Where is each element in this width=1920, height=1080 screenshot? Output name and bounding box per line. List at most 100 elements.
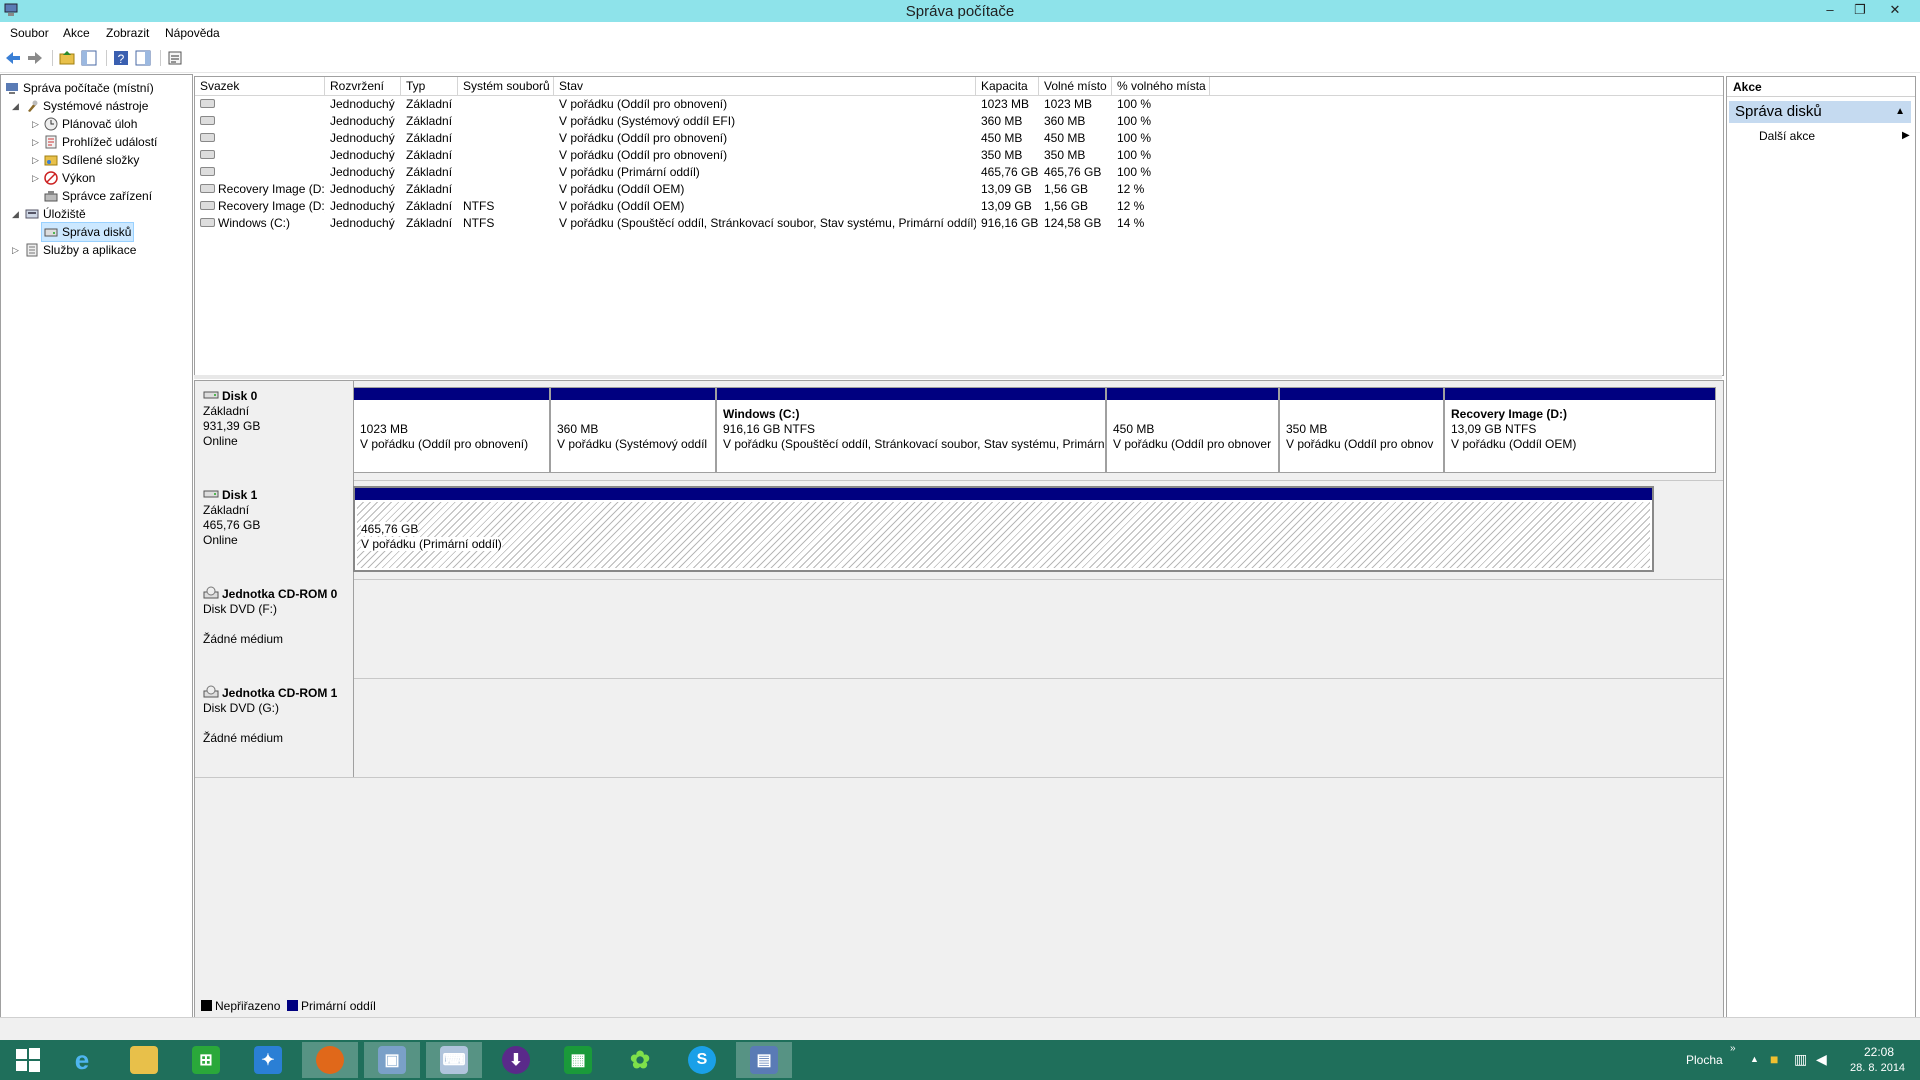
tree-item-task-scheduler[interactable]: Plánovač úloh — [44, 115, 137, 133]
column-type[interactable]: Typ — [401, 77, 458, 95]
show-hide-tree-icon[interactable] — [80, 49, 98, 67]
drive-icon — [200, 116, 215, 125]
tray-app-icon[interactable]: ■ — [1770, 1051, 1778, 1067]
column-capacity[interactable]: Kapacita — [976, 77, 1039, 95]
tree-item-services[interactable]: Služby a aplikace — [25, 241, 136, 259]
table-row[interactable]: Jednoduchý Základní V pořádku (Oddíl pro o… — [195, 130, 1723, 147]
disk-label-disk1[interactable]: Disk 1 Základní 465,76 GB Online — [195, 480, 354, 579]
disk-label-disk0[interactable]: Disk 0 Základní 931,39 GB Online — [195, 381, 354, 480]
table-row[interactable]: Jednoduchý Základní V pořádku (Oddíl pro o… — [195, 147, 1723, 164]
menu-file[interactable]: Soubor — [10, 26, 49, 40]
menu-help[interactable]: Nápověda — [165, 26, 220, 40]
tree-item-event-viewer[interactable]: Prohlížeč událostí — [44, 133, 157, 151]
column-filesystem[interactable]: Systém souborů — [458, 77, 554, 95]
minimize-button[interactable]: – — [1815, 0, 1845, 20]
back-icon[interactable] — [4, 49, 22, 67]
partition-status: V pořádku (Systémový oddíl — [557, 437, 708, 451]
partition-recovery-350[interactable]: 350 MB V pořádku (Oddíl pro obnov — [1279, 387, 1444, 473]
table-row[interactable]: Recovery Image (D:) Jednoduchý Základní NTF… — [195, 198, 1723, 215]
expand-arrow-icon[interactable]: ▷ — [32, 137, 39, 148]
cell-type: Základní — [406, 165, 453, 179]
pane-splitter[interactable] — [194, 375, 1722, 379]
partition-recovery-image-d[interactable]: Recovery Image (D:) 13,09 GB NTFS V pořá… — [1444, 387, 1716, 473]
tree-item-disk-management[interactable]: Správa disků — [41, 222, 135, 242]
disk-size: 931,39 GB — [203, 419, 261, 433]
performance-icon — [44, 171, 58, 185]
taskbar-internet-explorer[interactable]: e — [54, 1042, 110, 1078]
cell-capacity: 916,16 GB — [981, 216, 1039, 230]
forward-icon[interactable] — [26, 49, 44, 67]
disk-label-cdrom0[interactable]: Jednotka CD-ROM 0 Disk DVD (F:) Žádné mé… — [195, 579, 354, 678]
desktop-toolbar-label[interactable]: Plocha — [1686, 1053, 1723, 1067]
partition-recovery-1023[interactable]: 1023 MB V pořádku (Oddíl pro obnovení) — [353, 387, 550, 473]
column-volume[interactable]: Svazek — [195, 77, 325, 95]
clock-time[interactable]: 22:08 — [1864, 1045, 1894, 1059]
hard-disk-icon — [203, 490, 219, 498]
status-bar — [0, 1017, 1920, 1040]
taskbar-keyboard-app[interactable]: ⌨ — [426, 1042, 482, 1078]
tree-item-storage[interactable]: Úložiště — [25, 205, 86, 223]
taskbar-app-blue[interactable]: ✦ — [240, 1042, 296, 1078]
partition-disk1-primary[interactable]: 465,76 GB V pořádku (Primární oddíl) — [353, 486, 1654, 572]
actions-group-disk-management[interactable]: Správa disků ▲ — [1729, 101, 1911, 123]
tree-item-device-manager[interactable]: Správce zařízení — [44, 187, 152, 205]
tree-item-root[interactable]: Správa počítače (místní) — [5, 79, 154, 97]
tree-item-performance[interactable]: Výkon — [44, 169, 95, 187]
show-hide-action-pane-icon[interactable] — [134, 49, 152, 67]
menu-view[interactable]: Zobrazit — [106, 26, 149, 40]
expand-arrow-icon[interactable]: ▷ — [32, 119, 39, 130]
disk-label-cdrom1[interactable]: Jednotka CD-ROM 1 Disk DVD (G:) Žádné mé… — [195, 678, 354, 777]
taskbar-store[interactable]: ⊞ — [178, 1042, 234, 1078]
cell-fs — [458, 130, 554, 147]
table-row[interactable]: Jednoduchý Základní V pořádku (Primární od… — [195, 164, 1723, 181]
network-icon[interactable]: ▥ — [1794, 1051, 1807, 1068]
taskbar-calculator[interactable]: ▦ — [550, 1042, 606, 1078]
taskbar-downloader[interactable]: ⬇ — [488, 1042, 544, 1078]
drive-icon — [200, 133, 215, 142]
partition-windows-c[interactable]: Windows (C:) 916,16 GB NTFS V pořádku (S… — [716, 387, 1106, 473]
taskbar-file-explorer[interactable] — [116, 1042, 172, 1078]
table-row[interactable]: Windows (C:) Jednoduchý Základní NTFS V pořá… — [195, 215, 1723, 232]
taskbar-icq[interactable]: ✿ — [612, 1042, 668, 1078]
column-layout[interactable]: Rozvržení — [325, 77, 401, 95]
collapse-arrow-icon[interactable]: ◢ — [12, 209, 19, 220]
expand-arrow-icon[interactable]: ▷ — [32, 155, 39, 166]
up-folder-icon[interactable] — [58, 49, 76, 67]
taskbar-firefox[interactable] — [302, 1042, 358, 1078]
table-row[interactable]: Jednoduchý Základní V pořádku (Systémový o… — [195, 113, 1723, 130]
partition-efi[interactable]: 360 MB V pořádku (Systémový oddíl — [550, 387, 716, 473]
storage-icon — [25, 209, 39, 219]
tree-item-system-tools[interactable]: Systémové nástroje — [25, 97, 148, 115]
taskbar-skype[interactable]: S — [674, 1042, 730, 1078]
expand-arrow-icon[interactable]: ▷ — [32, 173, 39, 184]
menu-action[interactable]: Akce — [63, 26, 90, 40]
properties-icon[interactable] — [166, 49, 184, 67]
tree-item-shared-folders[interactable]: Sdílené složky — [44, 151, 139, 169]
double-chevron-icon[interactable]: » — [1730, 1043, 1736, 1054]
partition-recovery-450[interactable]: 450 MB V pořádku (Oddíl pro obnover — [1106, 387, 1279, 473]
column-free-space[interactable]: Volné místo — [1039, 77, 1112, 95]
column-free-percent[interactable]: % volného místa — [1112, 77, 1210, 95]
cd-drive-icon — [203, 586, 219, 599]
taskbar-remote-desktop[interactable]: ▣ — [364, 1042, 420, 1078]
table-row[interactable]: Recovery Image (D:) Jednoduchý Základní V p… — [195, 181, 1723, 198]
more-actions-item[interactable]: Další akce — [1759, 129, 1815, 143]
taskbar-computer-management[interactable]: ▤ — [736, 1042, 792, 1078]
partition-status: V pořádku (Oddíl pro obnovení) — [360, 437, 529, 451]
collapse-up-icon[interactable]: ▲ — [1895, 101, 1905, 123]
restore-button[interactable]: ❐ — [1845, 0, 1875, 20]
collapse-arrow-icon[interactable]: ◢ — [12, 101, 19, 112]
table-row[interactable]: Jednoduchý Základní V pořádku (Oddíl pro o… — [195, 96, 1723, 113]
close-button[interactable]: ✕ — [1880, 0, 1910, 20]
start-button[interactable] — [0, 1042, 56, 1078]
show-hidden-icons-icon[interactable]: ▲ — [1750, 1054, 1759, 1064]
volume-icon[interactable]: ◀ — [1816, 1051, 1827, 1068]
taskbar: e ⊞ ✦ ▣ ⌨ ⬇ ▦ ✿ S ▤ Plocha » ▲ ■ ▥ ◀ 22:… — [0, 1040, 1920, 1080]
icq-flower-icon: ✿ — [629, 1046, 651, 1074]
clock-date[interactable]: 28. 8. 2014 — [1850, 1062, 1905, 1074]
tree-label: Systémové nástroje — [43, 99, 149, 113]
cell-free: 1,56 GB — [1044, 199, 1089, 213]
column-status[interactable]: Stav — [554, 77, 976, 95]
help-icon[interactable]: ? — [112, 49, 130, 67]
expand-arrow-icon[interactable]: ▷ — [12, 245, 19, 256]
